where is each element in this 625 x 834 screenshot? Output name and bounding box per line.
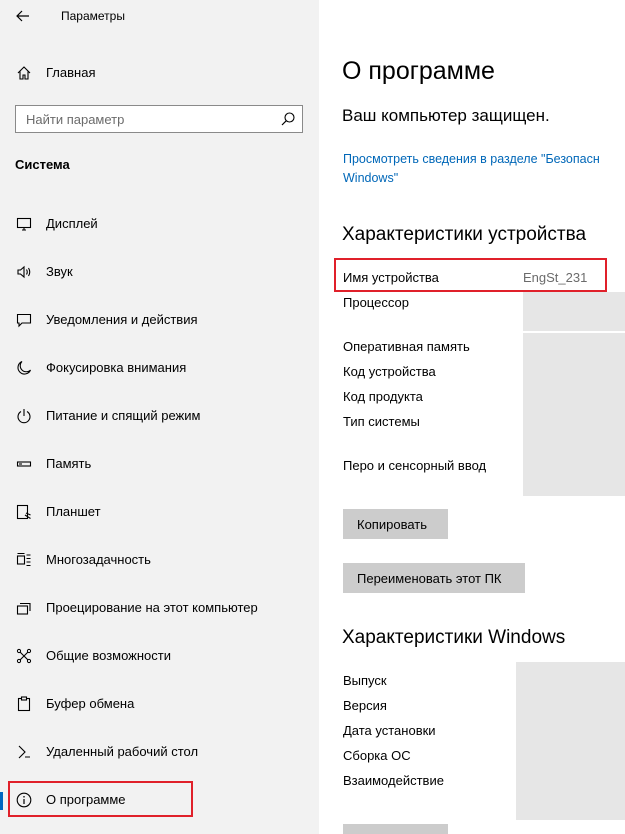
windows-specs-heading: Характеристики Windows (342, 627, 566, 648)
spec-label-edition: Выпуск (343, 673, 387, 688)
highlight-frame-about (8, 781, 193, 817)
app-title: Параметры (61, 9, 125, 23)
sidebar-item-label: Питание и спящий режим (46, 408, 201, 423)
sidebar-item-label: Фокусировка внимания (46, 360, 187, 375)
sidebar-item-power-sleep[interactable]: Питание и спящий режим (0, 392, 319, 440)
sidebar-item-label: Буфер обмена (46, 696, 135, 711)
shared-experiences-icon (16, 648, 32, 664)
sidebar-item-clipboard[interactable]: Буфер обмена (0, 680, 319, 728)
tablet-icon (16, 504, 31, 520)
spec-label-processor: Процессор (343, 295, 409, 310)
security-link-line-2: Windows" (343, 171, 399, 185)
page-title: О программе (342, 57, 495, 85)
sidebar-item-focus-assist[interactable]: Фокусировка внимания (0, 344, 319, 392)
sidebar-item-label: Удаленный рабочий стол (46, 744, 199, 759)
sidebar-item-multitasking[interactable]: Многозадачность (0, 536, 319, 584)
moon-icon (17, 360, 32, 375)
arrow-left-icon (16, 10, 29, 22)
spec-label-install-date: Дата установки (343, 723, 436, 738)
spec-value-device-name: EngSt_231 (523, 270, 588, 285)
sidebar-item-label: Память (46, 456, 92, 471)
sidebar-item-projection[interactable]: Проецирование на этот компьютер (0, 584, 319, 632)
spec-label-product-id: Код продукта (343, 389, 423, 404)
sidebar-item-label: Звук (46, 264, 73, 279)
notification-icon (16, 313, 32, 328)
display-icon (16, 217, 32, 231)
sidebar-item-label: Уведомления и действия (46, 312, 198, 327)
multitasking-icon (16, 552, 31, 567)
copy-button[interactable]: Копировать (343, 509, 448, 539)
home-link[interactable]: Главная (0, 58, 319, 88)
sidebar-item-remote-desktop[interactable]: Удаленный рабочий стол (0, 728, 319, 776)
sidebar-item-label: Дисплей (46, 216, 98, 231)
security-link-line-1: Просмотреть сведения в разделе "Безопасн (343, 152, 600, 166)
security-details-link[interactable]: Просмотреть сведения в разделе "Безопасн… (343, 150, 625, 188)
rename-pc-button[interactable]: Переименовать этот ПК (343, 563, 525, 593)
storage-icon (16, 461, 32, 467)
sidebar-item-shared-experiences[interactable]: Общие возможности (0, 632, 319, 680)
spec-label-version: Версия (343, 698, 387, 713)
search-input[interactable] (16, 106, 272, 132)
redacted-specs-values (523, 333, 625, 496)
sidebar-item-display[interactable]: Дисплей (0, 200, 319, 248)
spec-label-pen-touch: Перо и сенсорный ввод (343, 458, 487, 473)
speaker-icon (17, 265, 31, 279)
home-icon (17, 66, 31, 80)
spec-label-os-build: Сборка ОС (343, 748, 411, 763)
sidebar-item-sound[interactable]: Звук (0, 248, 319, 296)
spec-label-device-name: Имя устройства (343, 270, 439, 285)
sidebar: Параметры Главная Система Дисплей Звук У… (0, 0, 319, 834)
sidebar-item-label: Общие возможности (46, 648, 172, 663)
section-title: Система (15, 157, 70, 172)
sidebar-item-label: Планшет (46, 504, 101, 519)
sidebar-item-tablet[interactable]: Планшет (0, 488, 319, 536)
search-icon[interactable] (280, 111, 296, 127)
projection-icon (16, 602, 31, 615)
selection-indicator (0, 792, 3, 810)
spec-label-experience: Взаимодействие (343, 773, 444, 788)
device-specs-heading: Характеристики устройства (342, 224, 587, 245)
sidebar-item-label: Проецирование на этот компьютер (46, 600, 258, 615)
spec-label-ram: Оперативная память (343, 339, 470, 354)
power-icon (17, 409, 31, 424)
sidebar-item-label: Многозадачность (46, 552, 151, 567)
sidebar-item-notifications[interactable]: Уведомления и действия (0, 296, 319, 344)
clipboard-icon (17, 696, 31, 712)
search-box[interactable] (15, 105, 303, 133)
protection-status: Ваш компьютер защищен. (342, 106, 550, 125)
copy-button-2[interactable] (343, 824, 448, 834)
title-bar: Параметры (0, 0, 319, 34)
remote-desktop-icon (18, 745, 30, 759)
redacted-processor-value (523, 292, 625, 331)
main-content: О программе Ваш компьютер защищен. Просм… (319, 0, 625, 834)
home-label: Главная (46, 65, 96, 80)
spec-label-device-id: Код устройства (343, 364, 436, 379)
redacted-windows-values (516, 662, 625, 820)
sidebar-item-storage[interactable]: Память (0, 440, 319, 488)
spec-label-system-type: Тип системы (343, 414, 420, 429)
back-button[interactable] (10, 5, 36, 27)
